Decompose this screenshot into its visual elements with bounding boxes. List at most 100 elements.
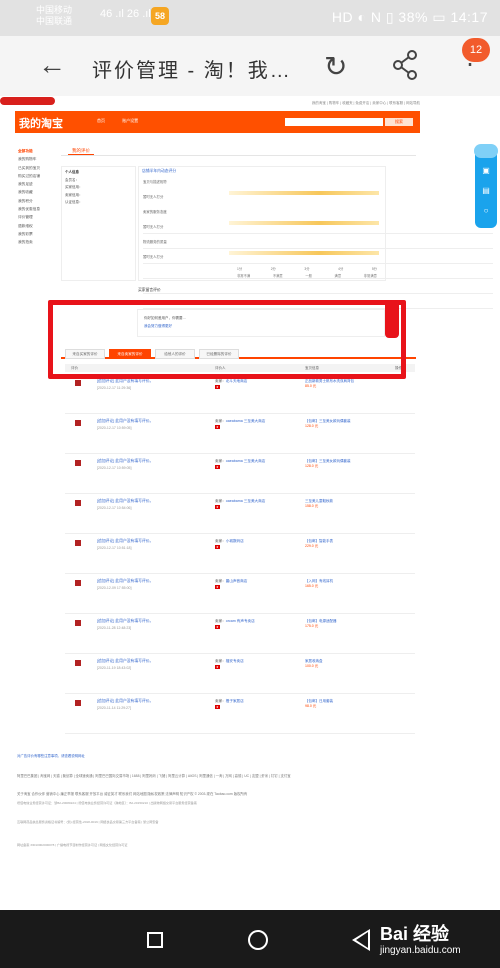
seller-badge: ★ <box>215 625 220 629</box>
floating-icon[interactable]: ▤ <box>475 186 497 195</box>
menu-item[interactable]: 我的购物车 <box>18 155 58 163</box>
left-menu: 全部功能 我的购物车 已买到的宝贝 购买过的店铺 我的足迹 我的收藏 我的积分 … <box>18 147 58 247</box>
menu-item[interactable]: 我的足迹 <box>18 180 58 188</box>
menu-item[interactable]: 我的收藏 <box>18 188 58 196</box>
table-row: [追加评论] 此用户没有填写评价。 [2020-12-09 17:55:00] 卖家… <box>65 574 415 614</box>
reviewer-link[interactable]: oaeabama 三至美大商店 <box>226 419 266 423</box>
reviewer-link[interactable]: 橙子家居店 <box>226 699 244 703</box>
review-text[interactable]: [追加评论] 此用户没有填写评价。 <box>97 459 153 464</box>
footer-links[interactable]: 阿里巴巴集团 | 淘宝网 | 天猫 | 聚划算 | 全球速卖通 | 阿里巴巴国际… <box>17 773 291 778</box>
seller-badge: ★ <box>215 465 220 469</box>
info-line: 认证信息： <box>65 200 83 204</box>
annotation-pen-stroke <box>385 300 399 338</box>
reviewer: 卖家：orcam 有声专卖店 <box>215 619 255 623</box>
reviewer: 卖家：福安专卖店 <box>215 659 244 663</box>
home-icon[interactable] <box>248 930 268 950</box>
rating-box: 店铺半年内动态评分 宝贝与描述相符 暂时无人打分 卖家的服务态度 暂时无人打分 … <box>138 166 493 309</box>
reviewer: 卖家：oaeabama 三至美大商店 <box>215 499 266 503</box>
review-icon <box>75 460 81 466</box>
review-text[interactable]: [追加评论] 此用户没有填写评价。 <box>97 659 153 664</box>
menu-item[interactable]: 我的拍卖 <box>18 238 58 246</box>
rating-bar <box>229 221 379 225</box>
tab-count-badge[interactable]: 12 <box>462 38 490 62</box>
reviewer-link[interactable]: oaeabama 三至美大商店 <box>226 499 266 503</box>
share-icon[interactable] <box>390 48 420 82</box>
reviewer: 卖家：北斗天地商店 <box>215 379 248 383</box>
reviewer-link[interactable]: 北斗天地商店 <box>226 379 248 383</box>
taobao-logo[interactable]: 我的淘宝 <box>19 115 63 131</box>
seller-badge: ★ <box>215 545 220 549</box>
review-date: [2020-12-17 10:54:06] <box>97 506 132 510</box>
search-input[interactable] <box>285 118 383 126</box>
review-icon <box>75 660 81 666</box>
tab-my-reviews[interactable]: 我的评价 <box>68 148 94 155</box>
status-bar: 中国移动 中国联通 46 .ıl 26 .ıl 58 HD ◐ N ▯ 38% … <box>0 0 500 36</box>
menu-item[interactable]: 全部功能 <box>18 147 58 155</box>
floating-icon[interactable]: ▣ <box>475 166 497 175</box>
item-info: 【入网】有线耳机 165.0 元 <box>305 579 360 589</box>
nav-account[interactable]: 账户设置 <box>122 118 138 123</box>
footer-note[interactable]: 对广告评价有哪些注意事项。请查看说明网址 <box>17 753 85 758</box>
back-arrow-icon[interactable]: ← <box>38 50 66 80</box>
info-title: 个人信息 <box>65 170 79 174</box>
menu-item[interactable]: 退款维权 <box>18 222 58 230</box>
menu-item[interactable]: 购买过的店铺 <box>18 172 58 180</box>
divider <box>61 155 416 156</box>
review-text[interactable]: [追加评论] 此用户没有填写评价。 <box>97 379 153 384</box>
review-date: [2020-12-17 11:29:36] <box>97 386 132 390</box>
carrier-label: 中国移动 中国联通 <box>36 5 73 26</box>
floating-toolbar[interactable]: ▣ ▤ ○ <box>475 146 497 228</box>
menu-item[interactable]: 我的积分 <box>18 197 58 205</box>
footer-about[interactable]: 关于淘宝 合作伙伴 营销中心 廉正举报 联系客服 开放平台 诚征英才 联系我们 … <box>17 791 247 796</box>
review-text[interactable]: [追加评论] 此用户没有填写评价。 <box>97 419 153 424</box>
reviewer-link[interactable]: 小城数码店 <box>226 539 244 543</box>
header-nav: 首页 账户设置 <box>97 118 154 124</box>
cloud-icon <box>474 144 498 158</box>
item-info: 【包邮】三至美女款玩偶套装 128.0 元 <box>305 459 360 469</box>
review-text[interactable]: [追加评论] 此用户没有填写评价。 <box>97 499 153 504</box>
item-info: 【包邮】电源适配器 175.0 元 <box>305 619 360 629</box>
nav-home[interactable]: 首页 <box>97 118 105 123</box>
footer-license: 网址备案 33010002000078 | 广播电视节目制作经营许可证 | 网络… <box>17 843 128 847</box>
review-text[interactable]: [追加评论] 此用户没有填写评价。 <box>97 619 153 624</box>
menu-item[interactable]: 我的优惠信息 <box>18 205 58 213</box>
table-row: [追加评论] 此用户没有填写评价。 [2020-12-17 11:29:36] 卖家… <box>65 374 415 414</box>
menu-item[interactable]: 评价管理 <box>18 213 58 221</box>
info-line: 卖家信用： <box>65 192 83 197</box>
item-price: 85.0 元 <box>305 384 317 389</box>
item-price: 128.0 元 <box>305 424 319 429</box>
item-price: 165.0 元 <box>305 584 319 589</box>
table-row: [追加评论] 此用户没有填写评价。 [2020-11-14 11:29:27] 卖家… <box>65 694 415 734</box>
review-date: [2020-12-17 10:59:05] <box>97 426 132 430</box>
review-text[interactable]: [追加评论] 此用户没有填写评价。 <box>97 579 153 584</box>
review-text[interactable]: [追加评论] 此用户没有填写评价。 <box>97 699 153 704</box>
top-nav[interactable]: 我的淘宝 | 购物车 | 收藏夹 | 免费开店 | 卖家中心 | 联系客服 | … <box>312 101 420 106</box>
floating-icon[interactable]: ○ <box>475 206 497 215</box>
menu-item[interactable]: 我的彩票 <box>18 230 58 238</box>
reviewer: 卖家：oaeabama 三至美大商店 <box>215 419 266 423</box>
rating-bar <box>229 251 379 255</box>
review-date: [2020-11-19 18:43:02] <box>97 666 132 670</box>
info-line: 买家信用： <box>65 185 83 189</box>
review-icon <box>75 500 81 506</box>
review-icon <box>75 580 81 586</box>
reviewer-link[interactable]: orcam 有声专卖店 <box>226 619 255 623</box>
taobao-header: 我的淘宝 首页 账户设置 搜索 <box>15 111 420 133</box>
rating-bar <box>229 191 379 195</box>
reviewer-link[interactable]: oaeabama 三至美大商店 <box>226 459 266 463</box>
seller-badge: ★ <box>215 425 220 429</box>
review-icon <box>75 540 81 546</box>
recents-icon[interactable] <box>147 932 163 948</box>
reviewer-link[interactable]: 福安专卖店 <box>226 659 244 663</box>
review-date: [2020-12-17 10:51:18] <box>97 546 132 550</box>
reviewer-link[interactable]: 晨山声音商店 <box>226 579 248 583</box>
seller-badge: ★ <box>215 505 220 509</box>
rating-scale-sub: 非常不满 不满意 一般 满意 非常满意 <box>237 274 377 278</box>
browser-toolbar: ← 评价管理 - 淘！我… ↻ ⋮ <box>0 36 500 96</box>
search-button[interactable]: 搜索 <box>385 118 413 126</box>
watermark-url: jingyan.baidu.com <box>380 945 461 956</box>
review-date: [2020-12-17 10:59:05] <box>97 466 132 470</box>
menu-item[interactable]: 已买到的宝贝 <box>18 164 58 172</box>
reload-icon[interactable]: ↻ <box>324 50 347 83</box>
review-text[interactable]: [追加评论] 此用户没有填写评价。 <box>97 539 153 544</box>
